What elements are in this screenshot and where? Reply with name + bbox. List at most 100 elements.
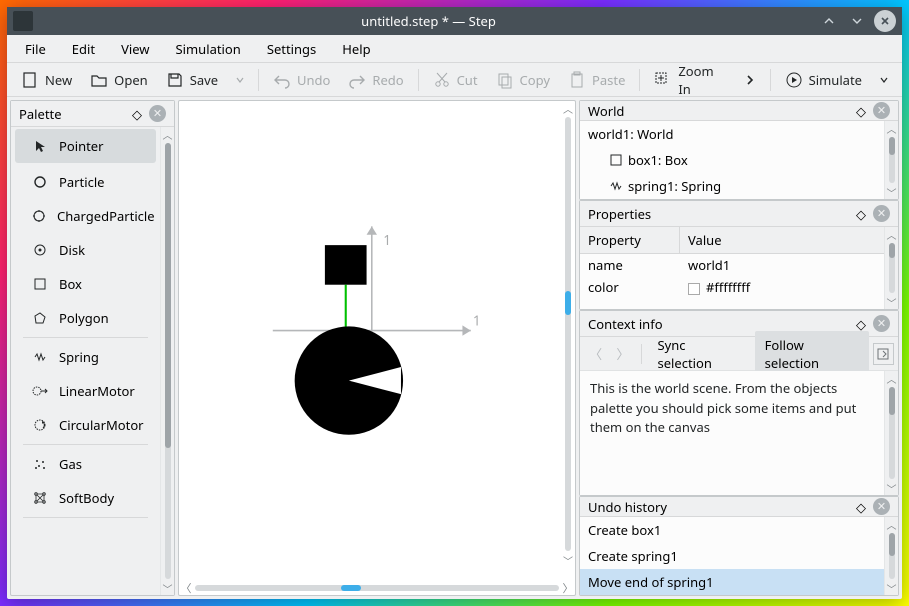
canvas-vertical-scrollbar[interactable]: ︿﹀ <box>561 101 575 567</box>
panel-close-button[interactable]: ✕ <box>149 105 166 122</box>
palette-item-particle[interactable]: Particle <box>11 165 160 199</box>
world-scrollbar[interactable]: ︿﹀ <box>884 121 898 199</box>
redo-button[interactable]: Redo <box>340 67 411 93</box>
menu-help[interactable]: Help <box>330 36 382 62</box>
menu-simulation[interactable]: Simulation <box>164 36 253 62</box>
close-button[interactable] <box>874 10 896 32</box>
world-tree[interactable]: world1: World box1: Box spring1: Spring <box>580 121 884 199</box>
properties-table[interactable]: PropertyValue nameworld1 color#ffffffff <box>580 227 884 309</box>
color-swatch <box>688 283 700 295</box>
particle-icon <box>31 173 49 191</box>
undo-history-list[interactable]: Create box1 Create spring1 Move end of s… <box>580 517 884 595</box>
palette-item-circular-motor[interactable]: CircularMotor <box>11 408 160 442</box>
tree-item-label: box1: Box <box>628 151 688 169</box>
panel-title: Properties <box>588 205 849 223</box>
context-text: This is the world scene. From the object… <box>580 371 884 446</box>
column-property: Property <box>580 227 680 253</box>
palette-item-label: Polygon <box>59 309 109 327</box>
undo-button[interactable]: Undo <box>265 67 338 93</box>
titlebar: untitled.step * — Step <box>7 7 902 35</box>
palette-item-disk[interactable]: Disk <box>11 233 160 267</box>
context-scrollbar[interactable]: ︿﹀ <box>884 371 898 495</box>
minimize-button[interactable] <box>818 10 840 32</box>
simulate-dropdown[interactable] <box>872 72 896 88</box>
panel-close-button[interactable]: ✕ <box>873 498 890 515</box>
canvas-svg: 1 1 <box>179 101 575 581</box>
panel-float-button[interactable]: ◇ <box>853 499 869 515</box>
spring-icon <box>610 180 622 192</box>
menu-edit[interactable]: Edit <box>60 36 107 62</box>
toolbar-overflow[interactable] <box>736 70 764 90</box>
prop-value[interactable]: world1 <box>680 254 738 276</box>
axis-y-label: 1 <box>383 231 391 249</box>
paste-button[interactable]: Paste <box>560 67 633 93</box>
simulate-button[interactable]: Simulate <box>777 67 870 93</box>
maximize-button[interactable] <box>846 10 868 32</box>
panel-close-button[interactable]: ✕ <box>873 102 890 119</box>
save-button[interactable]: Save <box>158 67 226 93</box>
sync-selection-button[interactable]: Sync selection <box>647 331 750 377</box>
toolbar-label: Open <box>114 71 148 89</box>
copy-button[interactable]: Copy <box>488 67 558 93</box>
follow-selection-button[interactable]: Follow selection <box>755 331 869 377</box>
panel-close-button[interactable]: ✕ <box>873 205 890 222</box>
panel-float-button[interactable]: ◇ <box>853 206 869 222</box>
palette-item-polygon[interactable]: Polygon <box>11 301 160 335</box>
spring-icon <box>31 348 49 366</box>
undo-item[interactable]: Create spring1 <box>580 543 884 569</box>
tree-item-spring[interactable]: spring1: Spring <box>580 173 884 199</box>
palette-item-label: Disk <box>59 241 85 259</box>
context-back-button[interactable]: 〈 <box>584 342 607 366</box>
panel-close-button[interactable]: ✕ <box>873 315 890 332</box>
palette-item-spring[interactable]: Spring <box>11 340 160 374</box>
world-header: World ◇ ✕ <box>580 101 898 121</box>
pointer-icon <box>31 137 49 155</box>
zoom-in-button[interactable]: Zoom In <box>646 58 731 102</box>
new-icon <box>21 71 39 89</box>
open-icon <box>90 71 108 89</box>
canvas-horizontal-scrollbar[interactable]: 〈〉 <box>179 581 575 595</box>
palette-item-label: LinearMotor <box>59 382 135 400</box>
app-icon <box>13 11 33 31</box>
menu-view[interactable]: View <box>109 36 161 62</box>
window-title: untitled.step * — Step <box>39 12 818 30</box>
new-button[interactable]: New <box>13 67 80 93</box>
palette-item-linear-motor[interactable]: LinearMotor <box>11 374 160 408</box>
prop-key: color <box>580 276 680 298</box>
copy-icon <box>496 71 514 89</box>
context-toolbar: 〈 〉 Sync selection Follow selection <box>580 337 898 371</box>
palette-item-pointer[interactable]: Pointer <box>15 129 156 163</box>
menu-settings[interactable]: Settings <box>255 36 328 62</box>
panel-float-button[interactable]: ◇ <box>853 103 869 119</box>
tree-item-box[interactable]: box1: Box <box>580 147 884 173</box>
panel-float-button[interactable]: ◇ <box>853 316 869 332</box>
zoom-in-icon <box>654 71 672 89</box>
save-dropdown[interactable] <box>228 72 252 88</box>
property-row: color#ffffffff <box>580 276 884 298</box>
menu-file[interactable]: File <box>13 36 58 62</box>
undo-item[interactable]: Move end of spring1 <box>580 569 884 595</box>
toolbar-label: Simulate <box>809 71 862 89</box>
panel-title: Undo history <box>588 498 849 516</box>
palette-item-gas[interactable]: Gas <box>11 447 160 481</box>
undo-scrollbar[interactable]: ︿﹀ <box>884 517 898 595</box>
softbody-icon <box>31 489 49 507</box>
properties-scrollbar[interactable]: ︿﹀ <box>884 227 898 309</box>
palette-item-charged-particle[interactable]: ChargedParticle <box>11 199 160 233</box>
open-button[interactable]: Open <box>82 67 156 93</box>
undo-item[interactable]: Create box1 <box>580 517 884 543</box>
tree-item-world[interactable]: world1: World <box>580 121 884 147</box>
palette-item-box[interactable]: Box <box>11 267 160 301</box>
gas-icon <box>31 455 49 473</box>
context-more-button[interactable] <box>873 343 894 365</box>
palette-list: Pointer Particle ChargedParticle Disk Bo… <box>11 127 160 595</box>
cut-button[interactable]: Cut <box>425 67 486 93</box>
context-forward-button[interactable]: 〉 <box>611 342 634 366</box>
play-icon <box>785 71 803 89</box>
canvas[interactable]: 1 1 ︿﹀ 〈〉 <box>178 100 576 596</box>
palette-item-softbody[interactable]: SoftBody <box>11 481 160 515</box>
prop-value[interactable]: #ffffffff <box>680 276 758 298</box>
tree-item-label: spring1: Spring <box>628 177 721 195</box>
palette-scrollbar[interactable]: ︿ ﹀ <box>160 127 174 595</box>
panel-float-button[interactable]: ◇ <box>129 106 145 122</box>
